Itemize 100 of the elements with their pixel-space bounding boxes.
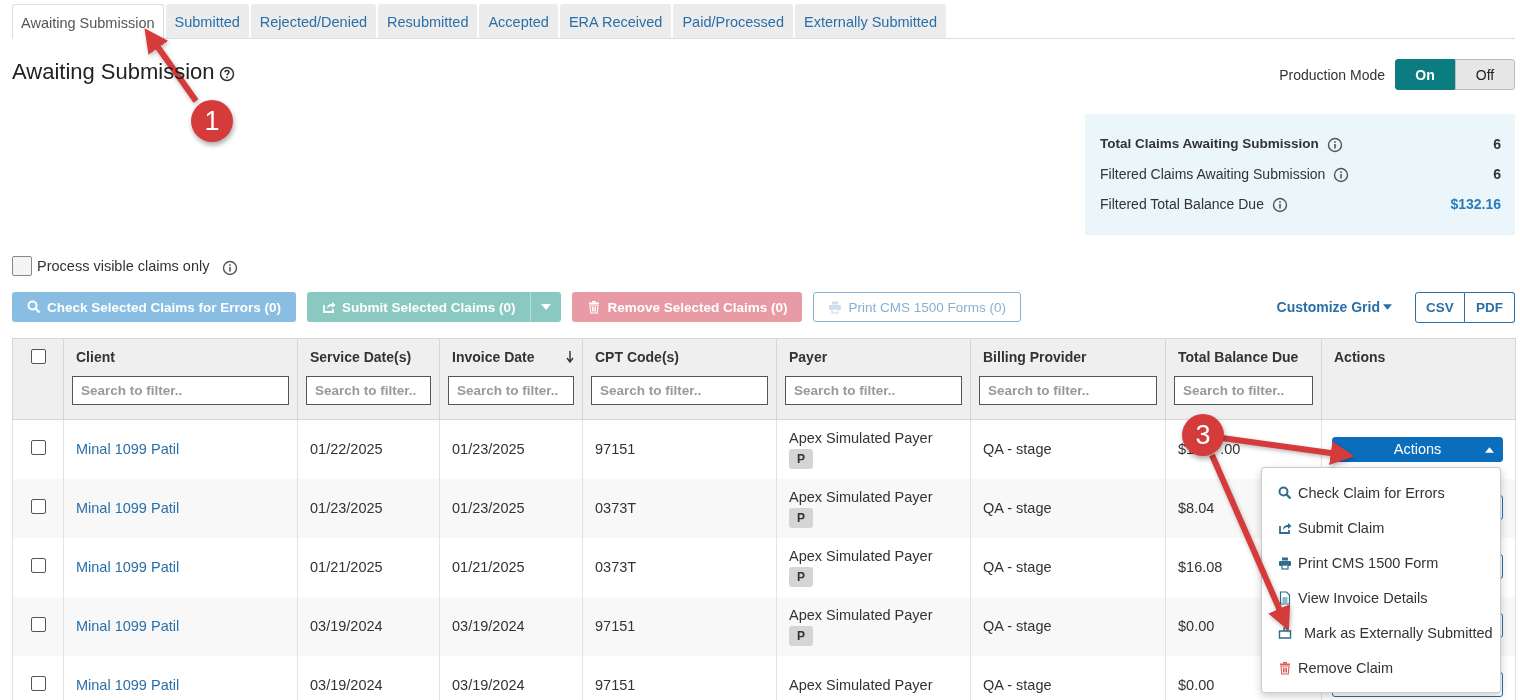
trash-icon [1278, 660, 1292, 675]
table-cell: 0373T [595, 500, 637, 516]
sort-down-icon[interactable] [566, 351, 574, 363]
export-button[interactable]: PDF [1465, 291, 1515, 323]
table-cell: 01/23/2025 [452, 441, 525, 458]
column-header[interactable]: Total Balance Due [1178, 349, 1299, 365]
table-cell: Apex Simulated Payer [789, 429, 933, 446]
client-link[interactable]: Minal 1099 Patil [76, 618, 180, 634]
filter-field[interactable]: Search to filter.. [306, 376, 431, 405]
table-cell: Apex Simulated Payer [789, 488, 933, 505]
filter-field[interactable]: Search to filter.. [1174, 376, 1313, 405]
tab[interactable]: Awaiting Submission [12, 4, 164, 39]
share-icon [1278, 520, 1292, 535]
table-cell: 97151 [595, 618, 636, 634]
tab[interactable]: Submitted [165, 4, 249, 38]
trash-icon [587, 300, 602, 314]
table-cell: 01/21/2025 [452, 559, 525, 575]
table-cell: 03/19/2024 [310, 618, 383, 634]
table-cell: $0.00 [1178, 677, 1215, 693]
client-link[interactable]: Minal 1099 Patil [76, 559, 180, 575]
column-header[interactable]: Payer [789, 349, 828, 365]
table-cell: 01/21/2025 [310, 559, 383, 575]
checkbox[interactable] [30, 349, 46, 364]
checkbox[interactable] [30, 499, 46, 514]
table-cell: $16.08 [1178, 559, 1223, 575]
table-cell: QA - stage [983, 441, 1052, 458]
table-cell: Apex Simulated Payer [789, 547, 933, 564]
tab[interactable]: Externally Submitted [795, 4, 946, 38]
help-icon[interactable] [218, 66, 235, 82]
checkbox[interactable] [30, 440, 46, 456]
summary-value: 6 [1493, 165, 1501, 182]
menu-item[interactable]: Print CMS 1500 Form [1262, 545, 1500, 580]
share-icon [322, 300, 337, 314]
menu-item[interactable]: Check Claim for Errors [1262, 475, 1500, 510]
menu-item[interactable]: Submit Claim [1262, 510, 1500, 545]
actions-button[interactable]: Actions [1332, 436, 1503, 462]
caret-icon[interactable] [1383, 304, 1392, 310]
tab[interactable]: Rejected/Denied [250, 4, 377, 38]
table-cell: Apex Simulated Payer [789, 606, 933, 623]
column-header[interactable]: Client [76, 349, 115, 365]
table-cell: $8.04 [1178, 500, 1215, 516]
summary-value: $132.16 [1450, 195, 1501, 212]
summary-label: Total Claims Awaiting Submission [1100, 136, 1319, 151]
tab[interactable]: Paid/Processed [673, 4, 793, 38]
column-header[interactable]: Actions [1334, 349, 1386, 365]
column-header[interactable]: Service Date(s) [310, 349, 412, 365]
summary-label: Filtered Claims Awaiting Submission [1100, 165, 1326, 182]
menu-item[interactable]: Remove Claim [1262, 650, 1500, 685]
search-icon [1278, 485, 1292, 500]
mode-toggle-option[interactable]: Off [1455, 59, 1515, 90]
filter-field[interactable]: Search to filter.. [979, 376, 1157, 405]
filter-field[interactable]: Search to filter.. [785, 376, 962, 405]
table-cell: QA - stage [983, 559, 1052, 575]
table-cell: 01/23/2025 [310, 500, 383, 516]
filter-field[interactable]: Search to filter.. [591, 376, 768, 405]
callout-number: 1 [191, 100, 233, 142]
info-icon[interactable] [222, 259, 239, 276]
info-icon[interactable] [1326, 137, 1343, 153]
export-button[interactable]: CSV [1415, 291, 1465, 323]
client-link[interactable]: Minal 1099 Patil [76, 500, 180, 516]
caret-icon[interactable] [1485, 446, 1494, 453]
tab[interactable]: ERA Received [559, 4, 672, 38]
menu-item[interactable]: View Invoice Details [1262, 580, 1500, 615]
table-cell: 03/19/2024 [310, 677, 383, 693]
info-icon[interactable] [1271, 197, 1288, 213]
payer-badge: P [789, 566, 813, 587]
filter-field[interactable]: Search to filter.. [448, 376, 574, 405]
table-cell: 03/19/2024 [452, 618, 525, 634]
table-cell: 97151 [595, 441, 636, 458]
table-cell: 01/23/2025 [452, 500, 525, 516]
tab[interactable]: Accepted [479, 4, 558, 38]
checkbox-label: Process visible claims only [37, 258, 210, 274]
table-cell: 97151 [595, 677, 636, 693]
checkbox[interactable] [30, 676, 46, 691]
column-header[interactable]: Invoice Date [452, 349, 535, 365]
printer-icon [1278, 555, 1292, 570]
production-mode-label: Production Mode [1279, 66, 1385, 83]
payer-badge: P [789, 625, 813, 646]
payer-badge: P [789, 507, 813, 528]
summary-label: Filtered Total Balance Due [1100, 195, 1264, 212]
column-header[interactable]: Billing Provider [983, 349, 1087, 365]
info-icon[interactable] [1333, 167, 1350, 183]
filter-field[interactable]: Search to filter.. [72, 376, 289, 405]
summary-value: 6 [1493, 135, 1501, 152]
table-cell: QA - stage [983, 677, 1052, 693]
table-cell: Apex Simulated Payer [789, 677, 933, 693]
customize-grid-button[interactable]: Customize Grid [1270, 298, 1398, 316]
client-link[interactable]: Minal 1099 Patil [76, 441, 180, 458]
client-link[interactable]: Minal 1099 Patil [76, 677, 180, 693]
printer-icon [828, 300, 843, 314]
checkbox[interactable] [30, 558, 46, 573]
column-header[interactable]: CPT Code(s) [595, 349, 679, 365]
mode-toggle-option[interactable]: On [1395, 59, 1455, 90]
menu-item[interactable]: Mark as Externally Submitted [1262, 615, 1500, 650]
tab[interactable]: Resubmitted [378, 4, 478, 38]
table-cell: QA - stage [983, 618, 1052, 634]
checkbox[interactable] [12, 256, 32, 276]
checkbox[interactable] [30, 617, 46, 632]
payer-badge: P [789, 448, 813, 469]
document-icon [1278, 590, 1292, 605]
